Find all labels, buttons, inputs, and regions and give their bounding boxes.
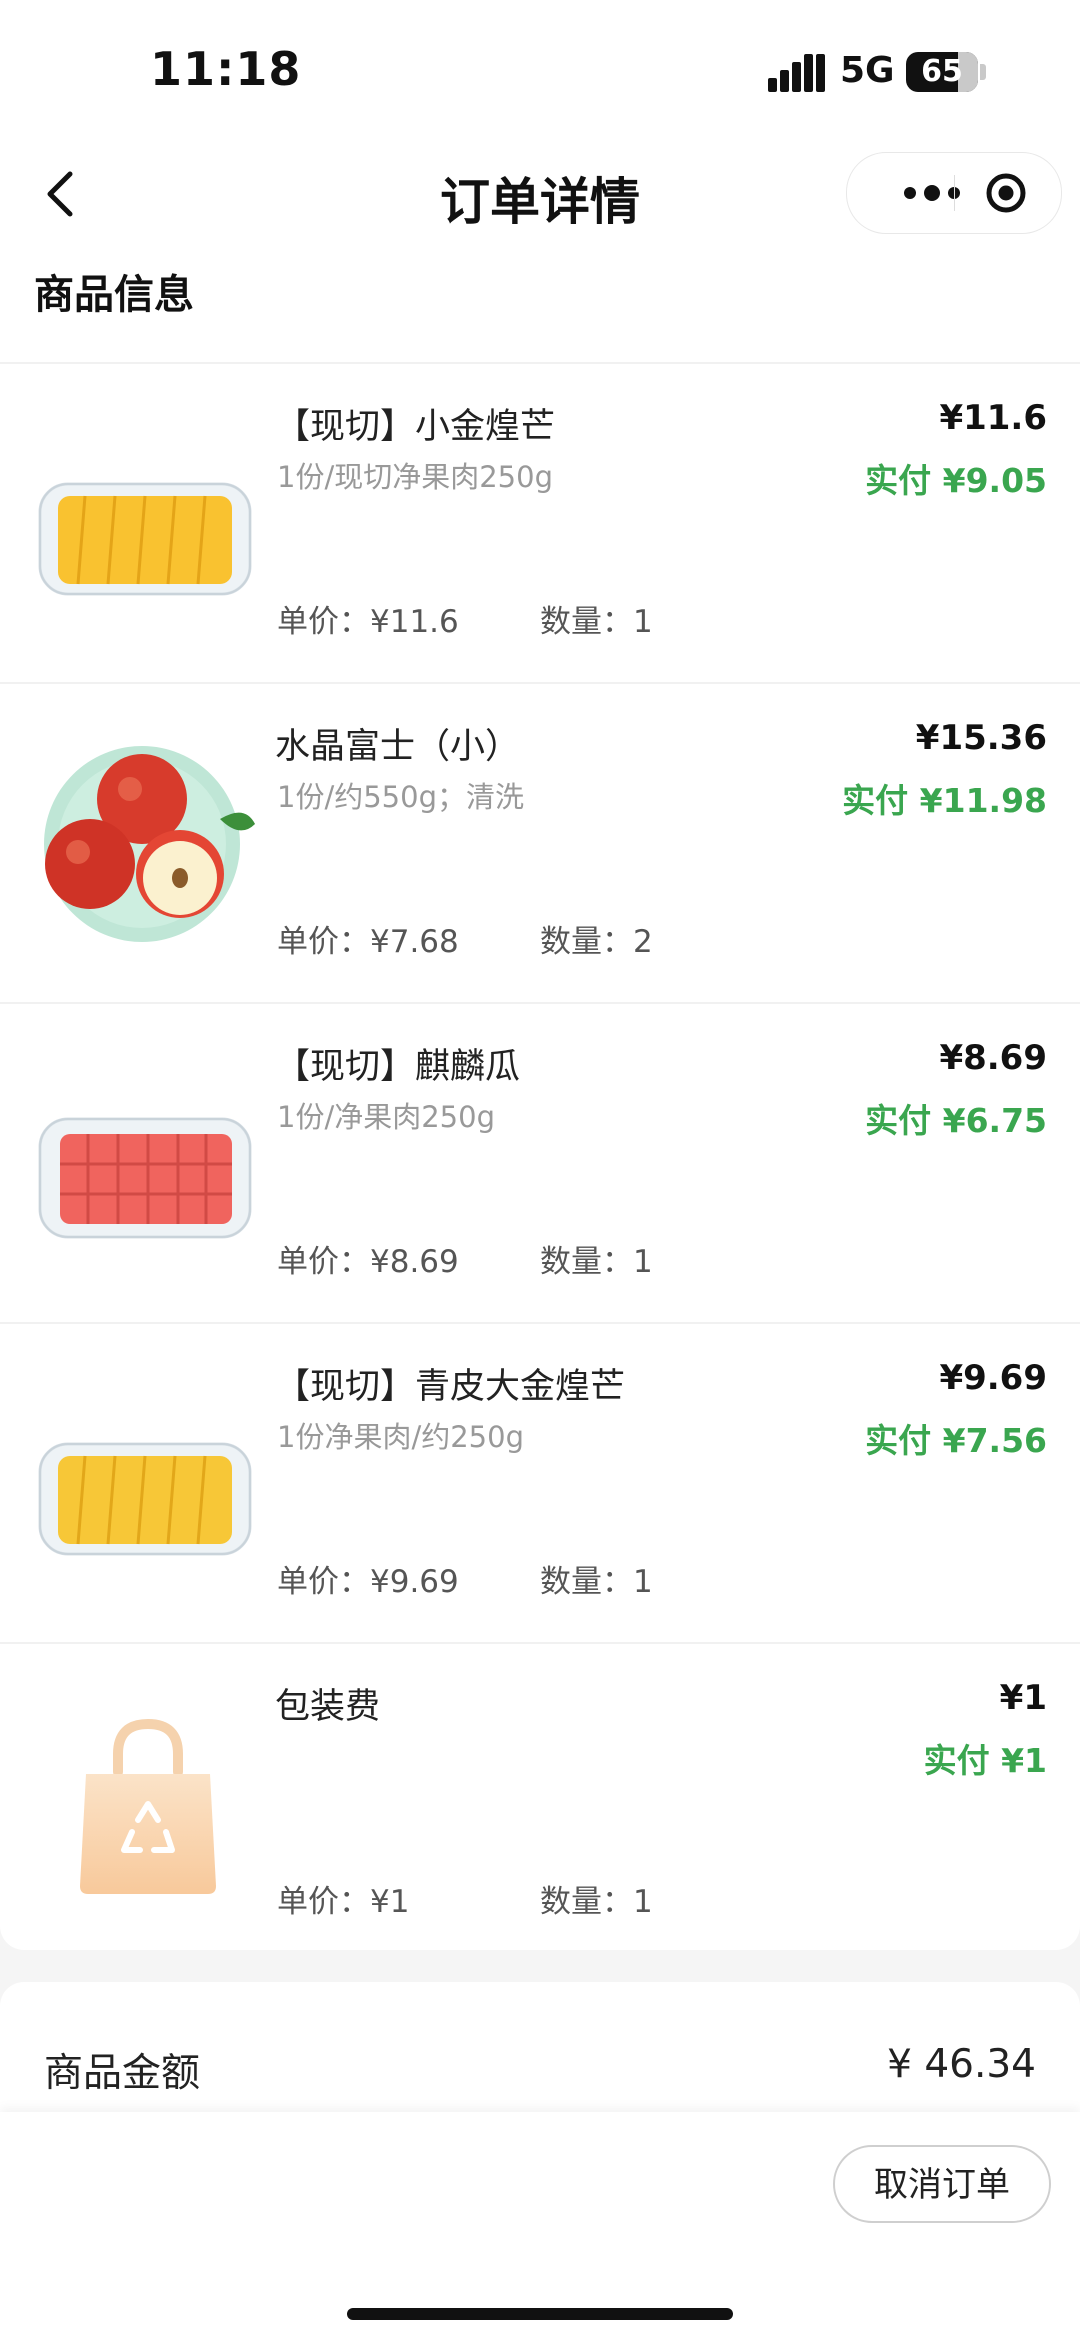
goods-amount-label: 商品金额 [44,2051,201,2096]
goods-list: 【现切】小金煌芒 1份/现切净果肉250g ¥11.6 实付 ¥9.05 单价：… [0,362,1080,1962]
goods-card: 商品信息 【现切】小金煌芒 1份/现切净果肉250g ¥11.6 实付 ¥9.0… [0,250,1080,1950]
item-paid-price: 实付 ¥11.98 [842,781,1047,820]
item-quantity: 数量：2 [540,924,653,960]
item-paid-price: 实付 ¥9.05 [865,461,1047,500]
item-name: 水晶富士（小） [275,727,521,767]
status-time: 11:18 [150,42,302,96]
list-item[interactable]: 【现切】麒麟瓜 1份/净果肉250g ¥8.69 实付 ¥6.75 单价：¥8.… [0,1002,1080,1322]
item-price: ¥15.36 [915,718,1047,758]
apple-plate-image [44,746,255,942]
item-name: 【现切】小金煌芒 [275,407,556,447]
mango-box-image [38,1442,252,1556]
goods-amount-value: ¥ 46.34 [887,2042,1036,2087]
item-paid-price: 实付 ¥1 [923,1741,1047,1780]
item-paid-price: 实付 ¥7.56 [865,1421,1047,1460]
item-quantity: 数量：1 [540,604,653,640]
list-item[interactable]: 【现切】青皮大金煌芒 1份净果肉/约250g ¥9.69 实付 ¥7.56 单价… [0,1322,1080,1642]
item-spec: 1份/约550g；清洗 [277,780,524,814]
item-price: ¥9.69 [939,1358,1047,1398]
cancel-order-button[interactable]: 取消订单 [833,2145,1051,2223]
section-title: 商品信息 [34,272,194,318]
list-item[interactable]: 包装费 ¥1 实付 ¥1 单价：¥1 数量：1 [0,1642,1080,1962]
item-quantity: 数量：1 [540,1244,653,1280]
item-price: ¥1 [999,1678,1047,1718]
item-name: 包装费 [275,1687,381,1727]
item-unit-price: 单价：¥8.69 [277,1244,459,1280]
mango-box-image [38,482,252,596]
item-unit-price: 单价：¥11.6 [277,604,459,640]
item-spec: 1份/现切净果肉250g [277,460,553,494]
target-circle-icon[interactable] [985,172,1027,214]
item-price: ¥11.6 [939,398,1047,438]
battery-icon: 65 [906,52,978,92]
battery-level: 65 [921,54,963,89]
item-name: 【现切】麒麟瓜 [275,1047,521,1087]
home-indicator[interactable] [347,2308,733,2320]
status-bar: 11:18 5G 65 [0,0,1080,140]
item-price: ¥8.69 [939,1038,1047,1078]
item-quantity: 数量：1 [540,1884,653,1920]
more-dots-icon[interactable] [877,153,987,233]
item-paid-price: 实付 ¥6.75 [865,1101,1047,1140]
item-spec: 1份净果肉/约250g [277,1420,524,1454]
item-unit-price: 单价：¥9.69 [277,1564,459,1600]
item-name: 【现切】青皮大金煌芒 [275,1367,626,1407]
nav-bar: 订单详情 [0,140,1080,250]
item-spec: 1份/净果肉250g [277,1100,495,1134]
recycle-bag-icon [80,1718,216,1894]
amount-summary-card: 商品金额 ¥ 46.34 [0,1982,1080,2122]
list-item[interactable]: 【现切】小金煌芒 1份/现切净果肉250g ¥11.6 实付 ¥9.05 单价：… [0,362,1080,682]
bottom-action-bar: 取消订单 [0,2112,1080,2341]
item-unit-price: 单价：¥1 [277,1884,410,1920]
item-quantity: 数量：1 [540,1564,653,1600]
list-item[interactable]: 水晶富士（小） 1份/约550g；清洗 ¥15.36 实付 ¥11.98 单价：… [0,682,1080,1002]
mini-program-capsule [846,152,1062,234]
network-type: 5G [840,50,895,91]
watermelon-box-image [38,1117,252,1239]
item-unit-price: 单价：¥7.68 [277,924,459,960]
signal-icon [768,52,825,92]
